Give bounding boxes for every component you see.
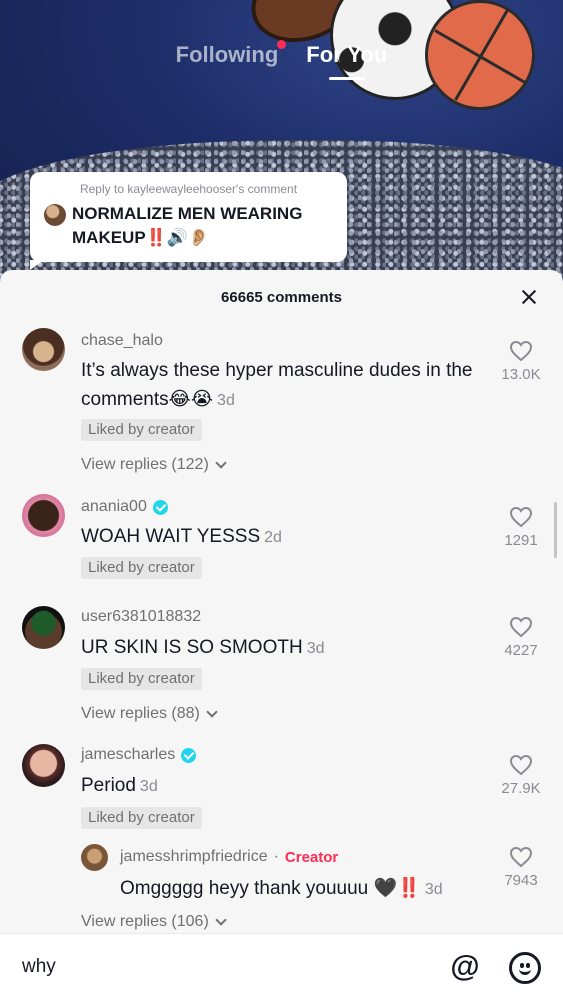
reply-sticker-header: Reply to kayleewayleehooser's comment <box>79 182 298 196</box>
comments-header: 66665 comments <box>0 270 563 324</box>
close-icon[interactable] <box>519 287 539 307</box>
like-count: 7943 <box>504 872 538 889</box>
avatar[interactable] <box>22 494 65 537</box>
like-count: 27.9K <box>501 780 541 797</box>
comment-time: 2d <box>264 529 282 546</box>
comments-sheet: 66665 comments chase_halo It’s always th… <box>0 270 563 1000</box>
like-count: 1291 <box>504 532 538 549</box>
avatar[interactable] <box>22 328 65 371</box>
avatar[interactable] <box>81 844 108 871</box>
creator-badge: Creator <box>284 848 339 866</box>
like-column: 7943 <box>491 846 551 889</box>
comment-time: 3d <box>306 640 325 657</box>
view-replies-button[interactable]: View replies (106) <box>81 913 227 931</box>
reply-username[interactable]: jamesshrimpfriedrice · Creator <box>120 848 338 866</box>
comment-input-bar: @ <box>0 933 563 1000</box>
like-column: 27.9K <box>491 754 551 797</box>
scrollbar[interactable] <box>554 502 557 558</box>
reply-text: Omggggg heyy thank youuuu 🖤‼️ 3d <box>120 874 490 904</box>
mention-icon[interactable]: @ <box>449 952 481 984</box>
heart-icon[interactable] <box>509 754 533 776</box>
heart-icon[interactable] <box>509 846 533 868</box>
heart-icon[interactable] <box>509 616 533 638</box>
comment-text: Period 3d <box>81 771 481 801</box>
liked-by-creator-badge: Liked by creator <box>81 419 202 441</box>
like-count: 4227 <box>504 642 538 659</box>
feed-tabs: Following For You <box>0 40 563 80</box>
liked-by-creator-badge: Liked by creator <box>81 557 202 579</box>
like-column: 4227 <box>491 616 551 659</box>
heart-icon[interactable] <box>509 340 533 362</box>
username-text: anania00 <box>81 498 147 515</box>
comment-body: It’s always these hyper masculine dudes … <box>81 360 473 410</box>
comment-time: 3d <box>217 392 235 409</box>
comment-time: 3d <box>139 778 158 795</box>
chevron-down-icon <box>215 456 227 469</box>
reply-time: 3d <box>424 881 443 898</box>
view-replies-label: View replies (122) <box>81 456 209 473</box>
reply-sticker[interactable]: Reply to kayleewayleehooser's comment NO… <box>30 172 347 270</box>
comment-username[interactable]: chase_halo <box>81 332 163 350</box>
liked-by-creator-badge: Liked by creator <box>81 668 202 690</box>
chevron-down-icon <box>206 705 218 718</box>
username-text: jamesshrimpfriedrice <box>120 848 268 865</box>
view-replies-label: View replies (88) <box>81 705 200 722</box>
view-replies-button[interactable]: View replies (88) <box>81 705 218 723</box>
avatar[interactable] <box>22 744 65 787</box>
comment-username[interactable]: anania00 <box>81 498 168 516</box>
comment-username[interactable]: user6381018832 <box>81 608 201 626</box>
reply-body: Omggggg heyy thank youuuu 🖤‼️ <box>120 878 421 899</box>
view-replies-button[interactable]: View replies (122) <box>81 456 227 474</box>
like-column: 1291 <box>491 506 551 549</box>
comments-count: 66665 comments <box>221 288 342 306</box>
verified-icon <box>152 499 168 515</box>
reply-sticker-text: NORMALIZE MEN WEARING MAKEUP‼️🔊👂🏼 <box>72 204 303 247</box>
like-column: 13.0K <box>491 340 551 383</box>
comment-username[interactable]: jamescharles <box>81 746 197 764</box>
avatar <box>44 204 66 226</box>
comment-body: Period <box>81 775 136 796</box>
tab-for-you[interactable]: For You <box>306 42 388 80</box>
comment-input[interactable] <box>22 954 402 980</box>
verified-icon <box>181 747 197 763</box>
avatar[interactable] <box>22 606 65 649</box>
comment-text: UR SKIN IS SO SMOOTH 3d <box>81 633 481 663</box>
separator-dot: · <box>273 848 279 865</box>
like-count: 13.0K <box>501 366 541 383</box>
comment-text: WOAH WAIT YESSS 2d <box>81 522 481 552</box>
notification-dot <box>277 40 287 49</box>
username-text: chase_halo <box>81 332 163 349</box>
liked-by-creator-badge: Liked by creator <box>81 807 202 829</box>
tab-following-label: Following <box>175 42 279 67</box>
tab-for-you-label: For You <box>306 42 388 67</box>
emoji-icon[interactable] <box>509 952 541 984</box>
chevron-down-icon <box>215 913 227 926</box>
view-replies-label: View replies (106) <box>81 913 209 930</box>
username-text: user6381018832 <box>81 608 202 625</box>
comment-body: WOAH WAIT YESSS <box>81 526 261 547</box>
comment-body: UR SKIN IS SO SMOOTH <box>81 637 303 658</box>
emoji-mouth <box>519 968 531 975</box>
heart-icon[interactable] <box>509 506 533 528</box>
comment-text: It’s always these hyper masculine dudes … <box>81 356 481 415</box>
username-text: jamescharles <box>81 746 176 763</box>
tab-following[interactable]: Following <box>175 40 287 68</box>
